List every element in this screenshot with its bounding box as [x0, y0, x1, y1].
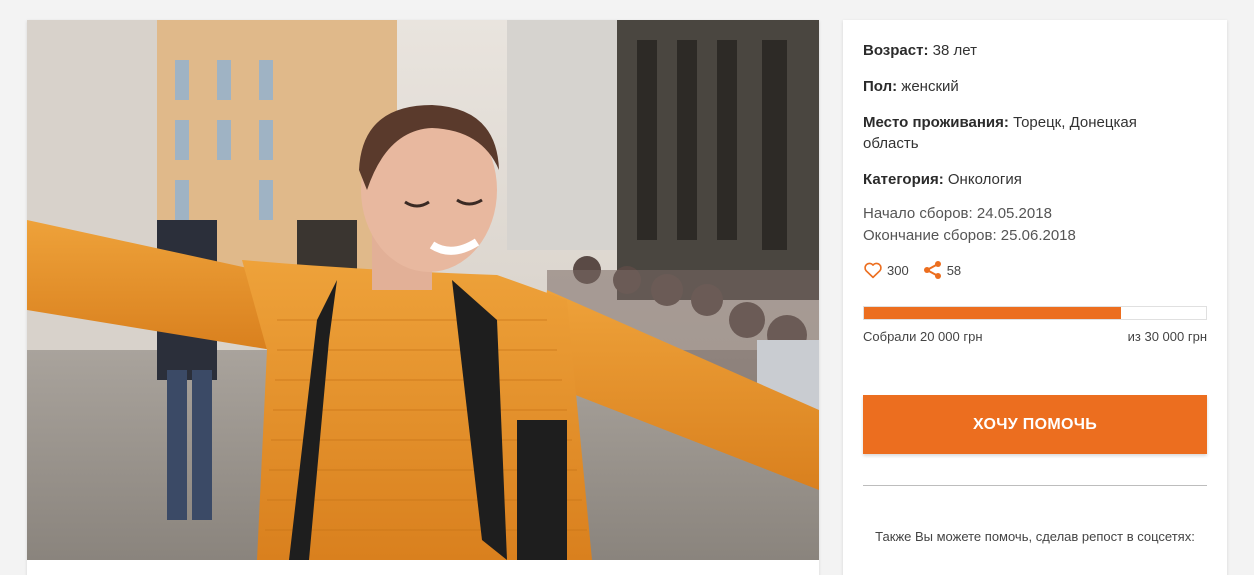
share-note: Также Вы можете помочь, сделав репост в … — [875, 529, 1195, 544]
fundraising-progress-bar — [863, 306, 1207, 320]
goal-amount: из 30 000 грн — [1127, 329, 1207, 344]
residence-label: Место проживания: — [863, 114, 1009, 131]
fundraising-dates: Начало сборов: 24.05.2018 Окончание сбор… — [863, 203, 1076, 247]
start-date: Начало сборов: 24.05.2018 — [863, 205, 1052, 222]
want-to-help-button[interactable]: Хочу помочь — [863, 395, 1207, 454]
social-stats: 300 58 — [863, 260, 975, 280]
sex-label: Пол: — [863, 78, 898, 95]
campaign-info-card: Возраст: 38 лет Пол: женский Место прожи… — [843, 20, 1227, 575]
age-field: Возраст: 38 лет — [863, 40, 977, 61]
heart-icon — [864, 262, 882, 279]
sex-field: Пол: женский — [863, 76, 959, 97]
age-label: Возраст: — [863, 42, 929, 59]
progress-fill — [864, 307, 1121, 319]
category-value: Онкология — [947, 171, 1022, 188]
category-label: Категория: — [863, 171, 944, 188]
share-icon — [923, 261, 941, 279]
campaign-photo — [27, 20, 819, 560]
end-date: Окончание сборов: 25.06.2018 — [863, 227, 1076, 244]
likes-count: 300 — [887, 262, 909, 278]
age-value: 38 лет — [932, 42, 977, 59]
shares-stat[interactable]: 58 — [923, 260, 961, 280]
sex-value: женский — [901, 78, 959, 95]
category-field: Категория: Онкология — [863, 169, 1022, 190]
progress-labels: Собрали 20 000 грн из 30 000 грн — [863, 329, 1207, 344]
divider — [863, 485, 1207, 486]
likes-stat[interactable]: 300 — [863, 261, 909, 279]
residence-field: Место проживания: Торецк, Донецкая облас… — [863, 112, 1163, 154]
raised-amount: Собрали 20 000 грн — [863, 329, 983, 344]
shares-count: 58 — [946, 262, 962, 278]
photo-card — [27, 20, 819, 575]
